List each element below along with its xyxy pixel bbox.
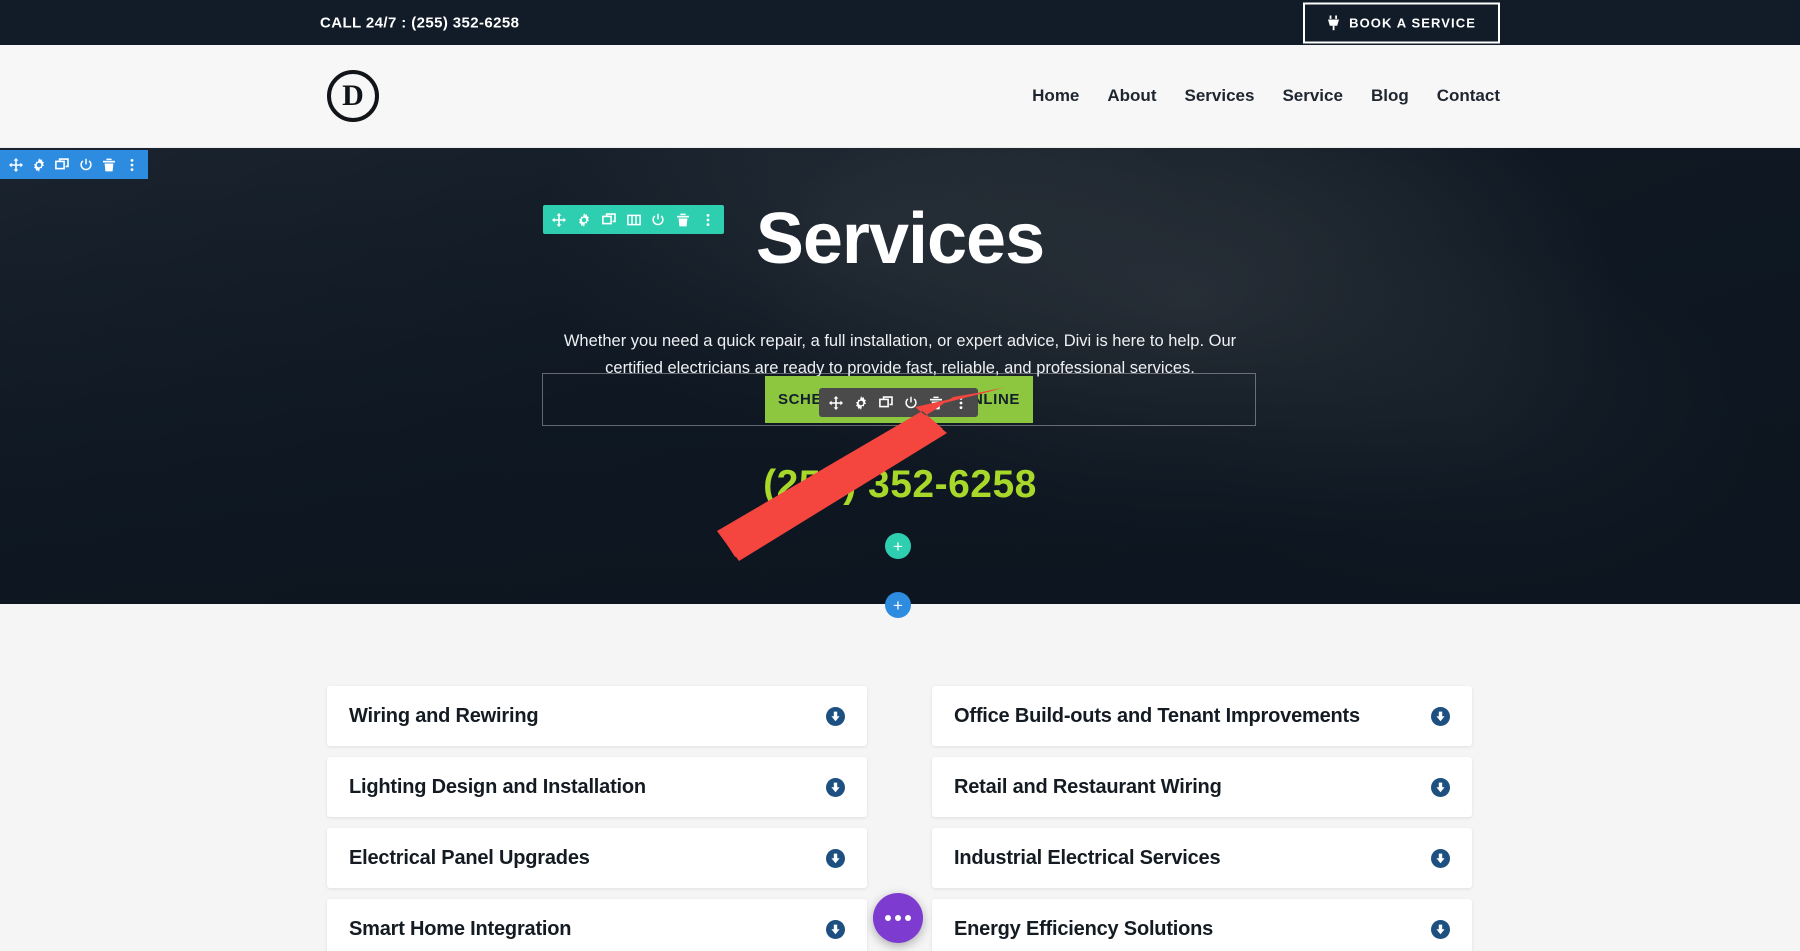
logo-letter: D [342, 79, 364, 112]
trash-icon[interactable] [97, 150, 120, 179]
accordion-item-industrial-electrical-services[interactable]: Industrial Electrical Services [932, 828, 1472, 888]
fab-dot-2 [895, 915, 901, 921]
trash-icon[interactable] [671, 205, 696, 234]
nav-item-services[interactable]: Services [1184, 86, 1254, 106]
accordion-item-energy-efficiency-solutions[interactable]: Energy Efficiency Solutions [932, 899, 1472, 951]
nav-item-home[interactable]: Home [1032, 86, 1079, 106]
nav-item-about[interactable]: About [1107, 86, 1156, 106]
row-toolbar [543, 205, 724, 234]
kebab-menu-icon[interactable] [948, 388, 973, 417]
topbar-phone-label: CALL 24/7 : (255) 352-6258 [320, 14, 520, 31]
duplicate-icon[interactable] [596, 205, 621, 234]
duplicate-icon[interactable] [51, 150, 74, 179]
main-navigation-bar: D Home About Services Service Blog Conta… [0, 45, 1800, 148]
circle-arrow-down-icon[interactable] [1431, 848, 1450, 868]
accordion-item-office-build-outs-and-tenant-improvements[interactable]: Office Build-outs and Tenant Improvement… [932, 686, 1472, 746]
circle-arrow-down-icon[interactable] [826, 919, 845, 939]
hero-phone-number[interactable]: (255) 352-6258 [763, 463, 1037, 507]
site-logo[interactable]: D [327, 70, 379, 122]
nav-links: Home About Services Service Blog Contact [1032, 86, 1500, 106]
power-icon[interactable] [74, 150, 97, 179]
circle-arrow-down-icon[interactable] [826, 777, 845, 797]
move-icon[interactable] [823, 388, 848, 417]
nav-item-contact[interactable]: Contact [1437, 86, 1500, 106]
accordion-label: Energy Efficiency Solutions [954, 917, 1214, 940]
top-utility-bar: CALL 24/7 : (255) 352-6258 BOOK A SERVIC… [0, 0, 1800, 45]
accordion-item-electrical-panel-upgrades[interactable]: Electrical Panel Upgrades [327, 828, 867, 888]
accordion-item-wiring-and-rewiring[interactable]: Wiring and Rewiring [327, 686, 867, 746]
module-toolbar [819, 388, 978, 417]
gear-icon[interactable] [848, 388, 873, 417]
power-icon[interactable] [646, 205, 671, 234]
add-section-button[interactable]: + [885, 592, 911, 618]
power-icon[interactable] [898, 388, 923, 417]
move-icon[interactable] [4, 150, 27, 179]
accordion-label: Retail and Restaurant Wiring [954, 775, 1222, 798]
gear-icon[interactable] [572, 205, 597, 234]
circle-arrow-down-icon[interactable] [1431, 706, 1450, 726]
columns-icon[interactable] [621, 205, 646, 234]
accordion-item-lighting-design-and-installation[interactable]: Lighting Design and Installation [327, 757, 867, 817]
plug-icon [1327, 15, 1340, 30]
duplicate-icon[interactable] [873, 388, 898, 417]
kebab-menu-icon[interactable] [121, 150, 144, 179]
page-root: CALL 24/7 : (255) 352-6258 BOOK A SERVIC… [0, 0, 1800, 951]
nav-item-blog[interactable]: Blog [1371, 86, 1409, 106]
accordion-item-smart-home-integration[interactable]: Smart Home Integration [327, 899, 867, 951]
accordion-label: Office Build-outs and Tenant Improvement… [954, 704, 1360, 727]
gear-icon[interactable] [27, 150, 50, 179]
page-title: Services [755, 199, 1045, 279]
circle-arrow-down-icon[interactable] [826, 706, 845, 726]
nav-item-service[interactable]: Service [1282, 86, 1343, 106]
circle-arrow-down-icon[interactable] [826, 848, 845, 868]
accordion-label: Electrical Panel Upgrades [349, 846, 590, 869]
circle-arrow-down-icon[interactable] [1431, 777, 1450, 797]
accordion-label: Wiring and Rewiring [349, 704, 539, 727]
fab-dot-1 [885, 915, 891, 921]
accordion-label: Smart Home Integration [349, 917, 572, 940]
add-row-button[interactable]: + [885, 533, 911, 559]
accordion-label: Lighting Design and Installation [349, 775, 646, 798]
builder-menu-fab[interactable] [873, 893, 923, 943]
accordion-item-retail-and-restaurant-wiring[interactable]: Retail and Restaurant Wiring [932, 757, 1472, 817]
section-toolbar [0, 150, 148, 179]
add-module-button[interactable]: + [885, 428, 911, 454]
fab-dot-3 [905, 915, 911, 921]
trash-icon[interactable] [923, 388, 948, 417]
kebab-menu-icon[interactable] [695, 205, 720, 234]
accordion-label: Industrial Electrical Services [954, 846, 1221, 869]
book-a-service-label: BOOK A SERVICE [1349, 15, 1476, 30]
circle-arrow-down-icon[interactable] [1431, 919, 1450, 939]
book-a-service-button[interactable]: BOOK A SERVICE [1303, 2, 1500, 43]
move-icon[interactable] [547, 205, 572, 234]
